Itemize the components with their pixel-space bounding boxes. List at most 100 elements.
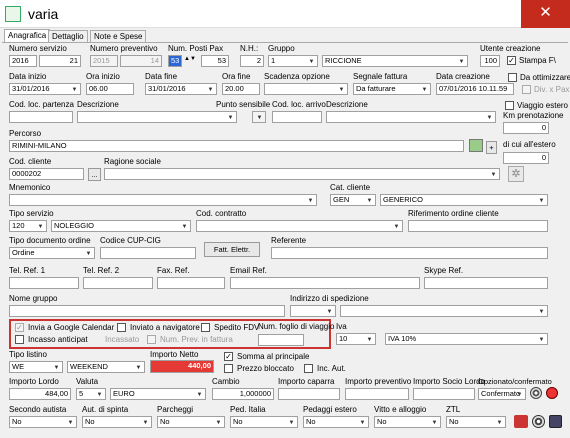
fatt-elettr-button[interactable]: Fatt. Elettr. [204,242,260,257]
tab-dettaglio[interactable]: Dettaglio [48,30,88,42]
spedito-fdv-checkbox[interactable] [201,323,210,332]
di-cui-estero-field[interactable]: 0 [503,152,549,164]
posti-field[interactable]: 53 [168,55,182,67]
chevron-down-icon[interactable]: ▼ [225,113,236,122]
tipo-listino-desc[interactable]: WEEKEND ▼ [67,361,145,373]
vitto-alloggio-select[interactable]: No ▼ [374,416,441,428]
skype-ref-field[interactable] [424,277,548,289]
chevron-down-icon[interactable]: ▼ [364,335,375,344]
gruppo-desc[interactable]: RICCIONE ▼ [322,55,468,67]
indirizzo-spedizione-code[interactable]: ▼ [290,305,336,317]
indirizzo-spedizione-desc[interactable]: ▼ [340,305,548,317]
tipo-servizio-code[interactable]: 120 ▼ [9,220,47,232]
stampa-fv-checkbox[interactable]: ✓ [507,56,516,65]
tel-ref2-field[interactable] [83,277,153,289]
scadenza-opzione-field[interactable]: ▼ [264,83,348,95]
incasso-anticipat-checkbox[interactable] [15,335,24,344]
ped-italia-select[interactable]: No ▼ [230,416,298,428]
ora-fine-field[interactable]: 20.00 [222,83,260,95]
data-fine-field[interactable]: 31/01/2016 ▼ [145,83,217,95]
iva-code[interactable]: 10 ▼ [336,333,376,345]
valuta-desc[interactable]: EURO ▼ [110,388,206,400]
chevron-down-icon[interactable]: ▼ [429,418,440,427]
da-ottimizzare-checkbox[interactable] [508,73,517,82]
somma-principale-checkbox[interactable]: ✓ [224,352,233,361]
importo-caparra-field[interactable] [278,388,340,400]
cod-loc-partenza-field[interactable] [9,111,73,123]
data-inizio-field[interactable]: 31/01/2016 ▼ [9,83,81,95]
numero-servizio-field[interactable]: 21 [39,55,81,67]
cat-cliente-code[interactable]: GEN ▼ [330,194,376,206]
mnemonico-field[interactable]: ▼ [9,194,317,206]
fax-ref-field[interactable] [157,277,225,289]
chevron-down-icon[interactable]: ▼ [306,57,317,66]
cod-loc-arrivo-field[interactable] [272,111,322,123]
tab-note-spese[interactable]: Note e Spese [90,30,147,42]
chevron-down-icon[interactable]: ▼ [51,363,62,372]
chevron-down-icon[interactable]: ▼ [286,418,297,427]
importo-socio-field[interactable] [413,388,475,400]
email-ref-field[interactable] [230,277,420,289]
add-percorso-button[interactable]: + [486,141,497,154]
tipo-listino-code[interactable]: WE ▼ [9,361,63,373]
record-icon[interactable] [546,387,558,399]
tel-ref1-field[interactable] [9,277,79,289]
segnale-fattura-select[interactable]: Da fatturare ▼ [353,83,431,95]
inc-aut-checkbox[interactable] [304,364,313,373]
numero-servizio-anno[interactable]: 2016 [9,55,37,67]
prezzo-bloccato-checkbox[interactable] [224,364,233,373]
chevron-down-icon[interactable]: ▼ [536,196,547,205]
chevron-down-icon[interactable]: ▼ [456,57,467,66]
importo-netto-field[interactable]: 440,00 [150,360,214,373]
opzionato-select[interactable]: Confermato ▼ [478,388,526,400]
posti-spinner-icon[interactable]: ▲▼ [184,56,196,62]
num-foglio-viaggio-field[interactable] [258,334,304,346]
chevron-down-icon[interactable]: ▼ [94,390,105,399]
valuta-code[interactable]: 5 ▼ [76,388,106,400]
referente-field[interactable] [271,247,548,259]
close-button[interactable]: ✕ [521,0,570,28]
chevron-down-icon[interactable]: ▼ [35,222,46,231]
cod-contratto-field[interactable]: ▼ [196,220,403,232]
disc-icon[interactable] [532,415,545,428]
chevron-down-icon[interactable]: ▼ [494,418,505,427]
chevron-down-icon[interactable]: ▼ [391,222,402,231]
settings-icon[interactable] [549,415,562,428]
importo-lordo-field[interactable]: 484,00 [9,388,71,400]
km-prenotazione-field[interactable]: 0 [503,122,549,134]
chevron-down-icon[interactable]: ▼ [336,85,347,94]
pax-field[interactable]: 53 [201,55,229,67]
cod-cliente-field[interactable]: 0000202 [9,168,84,180]
rif-ordine-cliente-field[interactable] [408,220,548,232]
cat-cliente-desc[interactable]: GENERICO ▼ [380,194,548,206]
chevron-down-icon[interactable]: ▼ [536,307,547,316]
chevron-down-icon[interactable]: ▼ [205,85,216,94]
chevron-down-icon[interactable]: ▼ [179,222,190,231]
chevron-down-icon[interactable]: ▼ [488,170,499,179]
chevron-down-icon[interactable]: ▼ [364,196,375,205]
chevron-down-icon[interactable]: ▼ [357,418,368,427]
descrizione-partenza-field[interactable]: ▼ [77,111,237,123]
tipo-servizio-desc[interactable]: NOLEGGIO ▼ [51,220,191,232]
chevron-down-icon[interactable]: ▼ [69,85,80,94]
percorso-field[interactable]: RIMINI-MILANO [9,140,464,152]
importo-preventivo-field[interactable] [345,388,409,400]
chevron-down-icon[interactable]: ▼ [140,418,151,427]
parcheggi-select[interactable]: No ▼ [157,416,225,428]
ztl-select[interactable]: No ▼ [446,416,506,428]
chevron-down-icon[interactable]: ▼ [83,249,94,258]
chevron-down-icon[interactable]: ▼ [133,363,144,372]
nome-gruppo-field[interactable] [9,305,285,317]
chevron-down-icon[interactable]: ▼ [536,335,547,344]
iva-desc[interactable]: IVA 10% ▼ [385,333,548,345]
map-icon[interactable] [469,139,483,152]
ragione-sociale-field[interactable]: ▼ [104,168,500,180]
utente-field[interactable]: 100 [480,55,500,67]
aut-spinta-select[interactable]: No ▼ [82,416,152,428]
tab-anagrafica[interactable]: Anagrafica [4,29,51,42]
sun-icon[interactable]: ✲ [508,166,524,182]
chevron-down-icon[interactable]: ▼ [514,390,525,399]
viaggio-estero-checkbox[interactable] [505,101,514,110]
codice-cup-cig-field[interactable] [100,247,196,259]
chevron-down-icon[interactable]: ▼ [65,418,76,427]
